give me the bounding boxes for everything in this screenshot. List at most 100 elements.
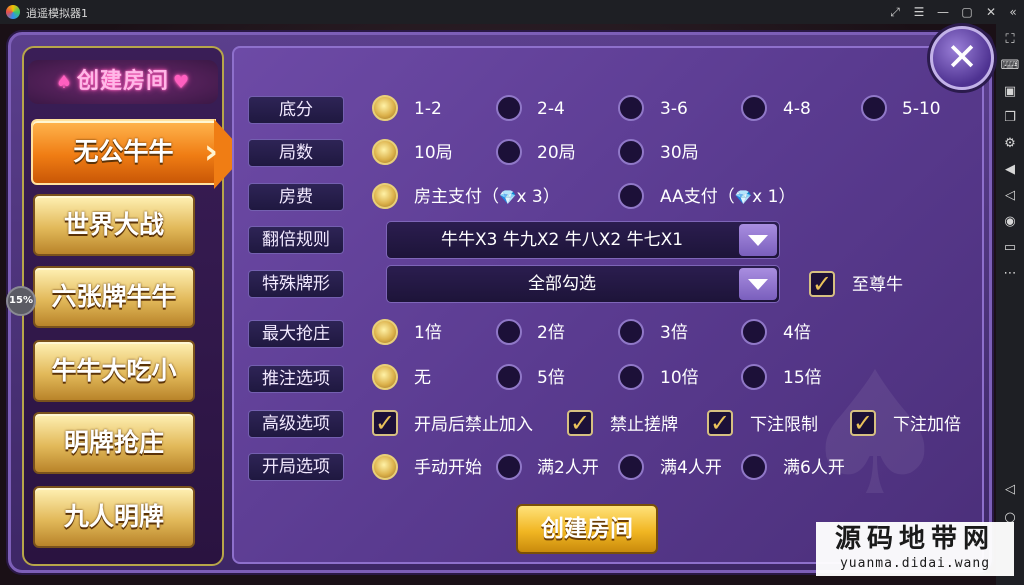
game-tab[interactable]: 九人明牌 (33, 486, 195, 548)
radio-fee-aa[interactable] (618, 183, 644, 209)
row-label-push-bet: 推注选项 (248, 365, 344, 393)
option-label: 2倍 (537, 323, 565, 343)
radio-start-6[interactable] (741, 454, 767, 480)
radio-rounds-1[interactable] (372, 139, 398, 165)
site-watermark: 源码地带网 yuanma.didai.wang (816, 522, 1014, 576)
option-label: AA支付（💎x 1） (660, 184, 795, 211)
option-label: 无 (414, 368, 431, 388)
progress-badge: 15% (6, 286, 36, 316)
multi-window-icon[interactable]: ❐ (1000, 108, 1020, 128)
diamond-icon: 💎 (499, 190, 517, 206)
maximize-icon[interactable]: ▢ (958, 3, 976, 21)
radio-start-2[interactable] (496, 454, 522, 480)
option-label: 满6人开 (783, 458, 845, 478)
radio-banker-2[interactable] (496, 319, 522, 345)
double-rule-dropdown[interactable]: 牛牛X3 牛九X2 牛八X2 牛七X1 (386, 221, 780, 259)
checkbox-supreme-bull[interactable]: ✓ (809, 271, 835, 297)
game-tab-active[interactable]: 无公牛牛 (31, 119, 216, 185)
emulator-titlebar: 逍遥模拟器1 ⤢ ☰ — ▢ ✕ « (0, 0, 1024, 24)
radio-base-score-5[interactable] (861, 95, 887, 121)
radio-base-score-2[interactable] (496, 95, 522, 121)
game-tab[interactable]: 六张牌牛牛 (33, 266, 195, 328)
option-label: 满4人开 (660, 458, 722, 478)
option-label: 手动开始 (414, 458, 482, 478)
menu-icon[interactable]: ☰ (910, 3, 928, 21)
volume-down-icon[interactable]: ◁ (1000, 186, 1020, 206)
option-label: 禁止搓牌 (610, 415, 678, 435)
radio-start-4[interactable] (618, 454, 644, 480)
more-icon[interactable]: ⋯ (1000, 264, 1020, 284)
fee-owner-count: x 3） (516, 187, 560, 207)
fee-owner-text: 房主支付（ (414, 187, 499, 207)
game-tab[interactable]: 世界大战 (33, 194, 195, 256)
watermark-title: 源码地带网 (834, 524, 995, 554)
radio-rounds-3[interactable] (618, 139, 644, 165)
radio-push-4[interactable] (741, 364, 767, 390)
location-icon[interactable]: ◉ (1000, 212, 1020, 232)
option-label: 5倍 (537, 368, 565, 388)
radio-base-score-1[interactable] (372, 95, 398, 121)
panel-title: ♠ 创建房间 ♥ (28, 60, 218, 104)
checkbox-bet-double[interactable]: ✓ (850, 410, 876, 436)
option-label: 15倍 (783, 368, 822, 388)
dropdown-button[interactable] (739, 224, 777, 256)
fullscreen-icon[interactable]: ⛶ (1000, 30, 1020, 50)
close-icon[interactable]: ✕ (982, 3, 1000, 21)
collapse-icon[interactable]: « (1004, 3, 1022, 21)
option-label: 4-8 (783, 99, 811, 119)
window-title: 逍遥模拟器1 (26, 7, 88, 20)
settings-icon[interactable]: ⚙ (1000, 134, 1020, 154)
close-panel-button[interactable]: ✕ (930, 26, 994, 90)
row-label-double-rule: 翻倍规则 (248, 226, 344, 254)
radio-fee-owner[interactable] (372, 183, 398, 209)
expand-icon[interactable]: ⤢ (886, 3, 904, 21)
option-label: 1-2 (414, 99, 442, 119)
radio-rounds-2[interactable] (496, 139, 522, 165)
watermark-url: yuanma.didai.wang (839, 556, 991, 571)
create-room-button[interactable]: 创建房间 (516, 504, 658, 554)
diamond-icon: 💎 (734, 190, 753, 206)
checkbox-bet-limit[interactable]: ✓ (707, 410, 733, 436)
game-tab[interactable]: 牛牛大吃小 (33, 340, 195, 402)
option-label: 房主支付（💎x 3） (414, 184, 560, 211)
volume-up-icon[interactable]: ◀ (1000, 160, 1020, 180)
spade-icon: ♠ (55, 72, 73, 93)
minimize-icon[interactable]: — (934, 3, 952, 21)
radio-start-manual[interactable] (372, 454, 398, 480)
radio-banker-4[interactable] (741, 319, 767, 345)
radio-push-1[interactable] (372, 364, 398, 390)
row-label-rounds: 局数 (248, 139, 344, 167)
option-label: 10倍 (660, 368, 699, 388)
option-label: 满2人开 (537, 458, 599, 478)
radio-base-score-4[interactable] (741, 95, 767, 121)
radio-banker-1[interactable] (372, 319, 398, 345)
radio-base-score-3[interactable] (618, 95, 644, 121)
radio-push-3[interactable] (618, 364, 644, 390)
panel-title-text: 创建房间 (76, 69, 169, 94)
folder-icon[interactable]: ▭ (1000, 238, 1020, 258)
chevron-down-icon (748, 235, 768, 246)
radio-banker-3[interactable] (618, 319, 644, 345)
dropdown-button[interactable] (739, 268, 777, 300)
back-icon[interactable]: ◁ (1000, 480, 1020, 500)
dropdown-value: 全部勾选 (528, 274, 596, 294)
game-tab[interactable]: 明牌抢庄 (33, 412, 195, 474)
radio-push-2[interactable] (496, 364, 522, 390)
checkbox-no-join-after-start[interactable]: ✓ (372, 410, 398, 436)
dropdown-value: 牛牛X3 牛九X2 牛八X2 牛七X1 (440, 230, 684, 250)
fee-aa-text: AA支付（ (660, 187, 735, 207)
option-label: 3倍 (660, 323, 688, 343)
chevron-right-icon: › (204, 132, 219, 172)
option-label: 20局 (537, 143, 576, 163)
checkbox-no-card-rub[interactable]: ✓ (567, 410, 593, 436)
option-label: 10局 (414, 143, 453, 163)
option-label: 4倍 (783, 323, 811, 343)
special-cards-dropdown[interactable]: 全部勾选 (386, 265, 780, 303)
screenshot-icon[interactable]: ▣ (1000, 82, 1020, 102)
option-label: 至尊牛 (852, 275, 903, 295)
keyboard-icon[interactable]: ⌨ (1000, 56, 1020, 76)
row-label-advanced: 高级选项 (248, 410, 344, 438)
fee-aa-count: x 1） (752, 187, 796, 207)
emulator-logo-icon (6, 5, 20, 19)
option-label: 1倍 (414, 323, 442, 343)
